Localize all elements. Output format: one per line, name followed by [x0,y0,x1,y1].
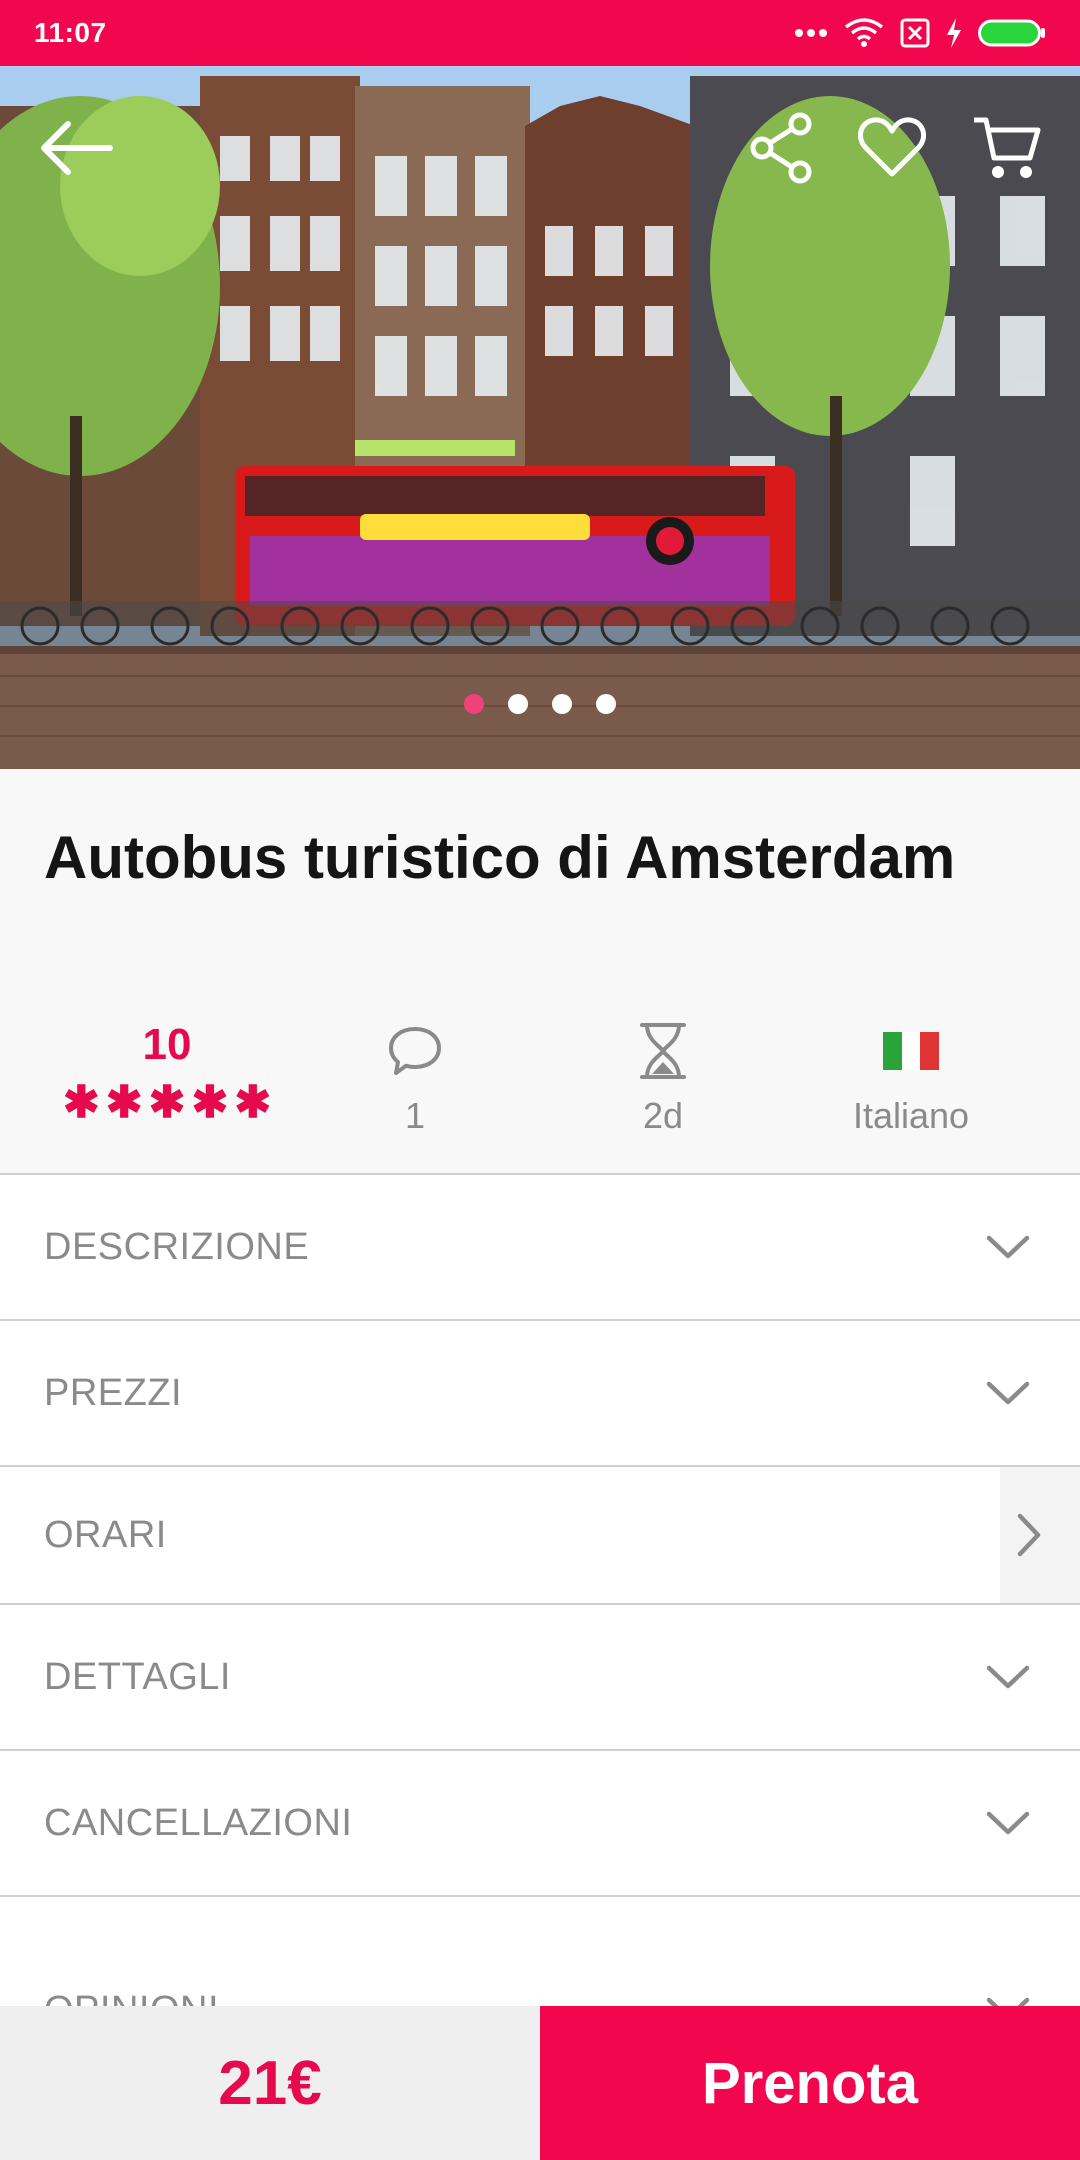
section-prezzi[interactable]: PREZZI [0,1321,1080,1467]
charging-icon [947,18,961,48]
carousel-dot[interactable] [596,694,616,714]
share-button[interactable] [738,104,826,192]
hourglass-icon [640,1023,686,1079]
price-label: 21€ [0,2006,540,2160]
chevron-right-icon [1017,1513,1041,1557]
share-icon [750,112,812,184]
star-icon: ✱ [148,1078,186,1127]
star-icon: ✱ [105,1078,143,1127]
language-stat: Italiano [786,1019,1036,1137]
heart-icon [857,117,927,177]
back-arrow-icon [41,121,113,175]
section-orari[interactable]: ORARI [0,1467,1080,1605]
product-stats: 10 ✱ ✱ ✱ ✱ ✱ 1 2d Italiano [0,1019,1080,1159]
comments-stat[interactable]: 1 [290,1019,540,1137]
rating-stat[interactable]: 10 ✱ ✱ ✱ ✱ ✱ [42,1019,292,1127]
hero-image[interactable] [0,66,1080,769]
status-icons [794,17,1046,49]
section-cancellazioni[interactable]: CANCELLAZIONI [0,1751,1080,1897]
carousel-dot[interactable] [464,694,484,714]
carousel-indicator [0,694,1080,714]
section-label: DESCRIZIONE [44,1225,310,1268]
chevron-down-icon [986,1381,1030,1405]
battery-icon [978,19,1045,47]
rating-stars: ✱ ✱ ✱ ✱ ✱ [42,1078,292,1127]
comments-count: 1 [404,1095,426,1136]
wifi-icon [844,18,884,47]
section-label: DETTAGLI [44,1655,231,1698]
duration-value: 2d [642,1095,684,1136]
carousel-dot[interactable] [508,694,528,714]
screen: { "status_bar": { "time": "11:07", "icon… [0,0,1080,2160]
sim-none-icon [900,18,930,48]
back-button[interactable] [32,104,120,192]
section-descrizione[interactable]: DESCRIZIONE [0,1175,1080,1321]
carousel-dot[interactable] [552,694,572,714]
cart-icon [974,117,1041,178]
section-label: PREZZI [44,1371,183,1414]
chevron-down-icon [986,1235,1030,1259]
section-dettagli[interactable]: DETTAGLI [0,1605,1080,1751]
section-list: DESCRIZIONE PREZZI ORARI DETTAGLI CANCEL… [0,1175,1080,2043]
favorite-button[interactable] [848,104,936,192]
status-bar: 11:07 [0,0,1080,66]
star-icon: ✱ [234,1078,272,1127]
section-label: CANCELLAZIONI [44,1801,353,1844]
star-icon: ✱ [191,1078,229,1127]
cart-button[interactable] [962,104,1050,192]
language-value: Italiano [852,1095,970,1136]
product-info: Autobus turistico di Amsterdam 10 ✱ ✱ ✱ … [0,769,1080,1175]
duration-stat: 2d [538,1019,788,1137]
status-time: 11:07 [34,17,107,48]
book-button[interactable]: Prenota [540,2006,1080,2160]
more-dots-icon [795,29,827,37]
bottom-bar: 21€ Prenota [0,2006,1080,2160]
italy-flag-icon [883,1032,939,1070]
chevron-down-icon [986,1811,1030,1835]
product-title: Autobus turistico di Amsterdam [44,824,956,891]
section-label: ORARI [44,1513,167,1556]
chevron-down-icon [986,1665,1030,1689]
rating-score: 10 [142,1020,192,1069]
comment-icon [389,1027,441,1075]
star-icon: ✱ [62,1078,100,1127]
